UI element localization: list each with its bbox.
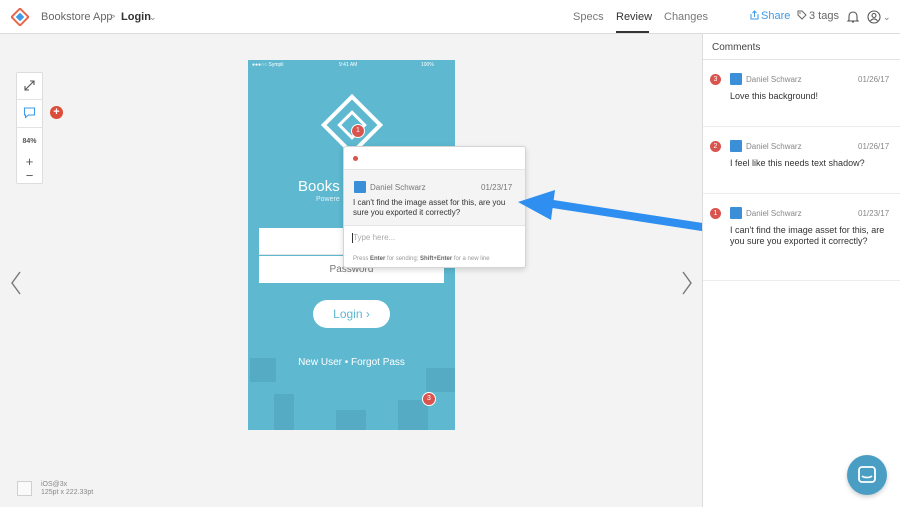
login-button[interactable]: Login › [313, 300, 390, 328]
bookshelf-illustration [250, 358, 276, 382]
zeplin-logo-icon[interactable] [11, 8, 29, 26]
comment-pin[interactable]: 1 [351, 124, 365, 138]
reply-hint: Press Enter for sending; Shift+Enter for… [353, 256, 490, 262]
comment-item[interactable]: 1 Daniel Schwarz 01/23/17 I can't find t… [703, 201, 900, 281]
comments-panel: Comments 3 Daniel Schwarz 01/26/17 Love … [702, 34, 900, 507]
top-bar: Bookstore App > Login ⌄ Specs Review Cha… [0, 0, 900, 34]
comment-badge: 2 [710, 141, 721, 152]
zoom-level: 84% [22, 138, 37, 145]
hint-key-shift-enter: Shift+Enter [420, 256, 453, 262]
toolbar-divider [17, 127, 42, 128]
comments-title: Comments [712, 42, 761, 53]
login-label: Login [333, 307, 363, 321]
comment-author: Daniel Schwarz [746, 142, 802, 151]
hint-text: Press [353, 256, 371, 262]
tags-button[interactable]: 3 tags [797, 10, 839, 22]
status-battery: 100% [421, 62, 434, 68]
bell-icon[interactable] [846, 10, 860, 24]
zoom-out-icon[interactable]: − [17, 168, 42, 183]
share-icon [750, 10, 759, 20]
tag-icon [797, 10, 807, 20]
density-label: iOS@3x [41, 481, 68, 488]
canvas-toolbar: 84% + − [16, 72, 43, 184]
status-time: 9:41 AM [339, 62, 358, 68]
comment-badge: 1 [710, 208, 721, 219]
comment-date: 01/23/17 [481, 183, 513, 192]
comment-date: 01/23/17 [858, 209, 890, 218]
comment-text: I feel like this needs text shadow? [730, 158, 865, 168]
hint-key-enter: Enter [370, 256, 386, 262]
comment-marker [353, 156, 358, 161]
toolbar-divider [17, 99, 42, 100]
share-button[interactable]: Share [750, 10, 790, 22]
user-icon[interactable] [867, 10, 881, 24]
active-tab-indicator [616, 31, 649, 33]
avatar [354, 181, 366, 193]
previous-screen-icon[interactable] [9, 270, 23, 296]
tab-changes[interactable]: Changes [664, 11, 708, 23]
breadcrumb-screen[interactable]: Login [121, 11, 151, 23]
comment-icon[interactable] [23, 106, 36, 119]
chevron-down-icon[interactable]: ⌄ [883, 12, 891, 23]
chat-launcher-button[interactable] [847, 455, 887, 495]
chevron-down-icon[interactable]: ⌄ [149, 12, 157, 23]
comment-date: 01/26/17 [858, 142, 890, 151]
laptop-illustration [336, 410, 366, 430]
hint-text: for a new line [452, 256, 490, 262]
avatar [730, 207, 742, 219]
breadcrumb-project[interactable]: Bookstore App [41, 11, 113, 23]
breadcrumb-separator: > [109, 11, 116, 23]
comment-text: I can't find the image asset for this, a… [730, 225, 885, 246]
size-label: 125pt x 222.33pt [41, 489, 94, 496]
screen-thumbnail[interactable] [17, 481, 32, 496]
comment-date: 01/26/17 [858, 75, 890, 84]
share-label: Share [761, 10, 791, 22]
chat-icon [858, 466, 876, 483]
avatar [730, 73, 742, 85]
add-comment-button[interactable]: + [50, 106, 63, 119]
comment-item[interactable]: 2 Daniel Schwarz 01/26/17 I feel like th… [703, 134, 900, 194]
auth-links[interactable]: New User • Forgot Pass [248, 357, 455, 368]
reply-input[interactable]: Type here... [353, 233, 395, 242]
tab-review[interactable]: Review [616, 11, 652, 23]
comment-author: Daniel Schwarz [746, 75, 802, 84]
comment-popover: Daniel Schwarz 01/23/17 I can't find the… [343, 146, 526, 268]
annotation-arrow-icon [518, 190, 719, 233]
hint-text: for sending; [385, 256, 421, 262]
comments-header: Comments [703, 34, 900, 60]
comment-badge: 3 [710, 74, 721, 85]
zoom-in-icon[interactable]: + [17, 154, 42, 169]
lamp-illustration [274, 394, 294, 430]
comment-text: Love this background! [730, 91, 819, 101]
tags-label: 3 tags [809, 10, 839, 22]
status-carrier: ●●●○○ Sympli [252, 62, 284, 68]
next-screen-icon[interactable] [680, 270, 694, 296]
comment-author: Daniel Schwarz [370, 183, 426, 192]
comment-author: Daniel Schwarz [746, 209, 802, 218]
popover-comment: Daniel Schwarz 01/23/17 I can't find the… [344, 169, 525, 226]
plant-illustration [398, 400, 428, 430]
tab-specs[interactable]: Specs [573, 11, 604, 23]
comment-text: I can't find the image asset for this, a… [353, 198, 506, 217]
expand-icon[interactable] [23, 79, 36, 92]
app-subtitle: Powere [316, 196, 340, 203]
app-title: Books [298, 178, 340, 195]
comment-pin[interactable]: 3 [422, 392, 436, 406]
avatar [730, 140, 742, 152]
frame-illustration [426, 368, 455, 392]
comment-item[interactable]: 3 Daniel Schwarz 01/26/17 Love this back… [703, 67, 900, 127]
